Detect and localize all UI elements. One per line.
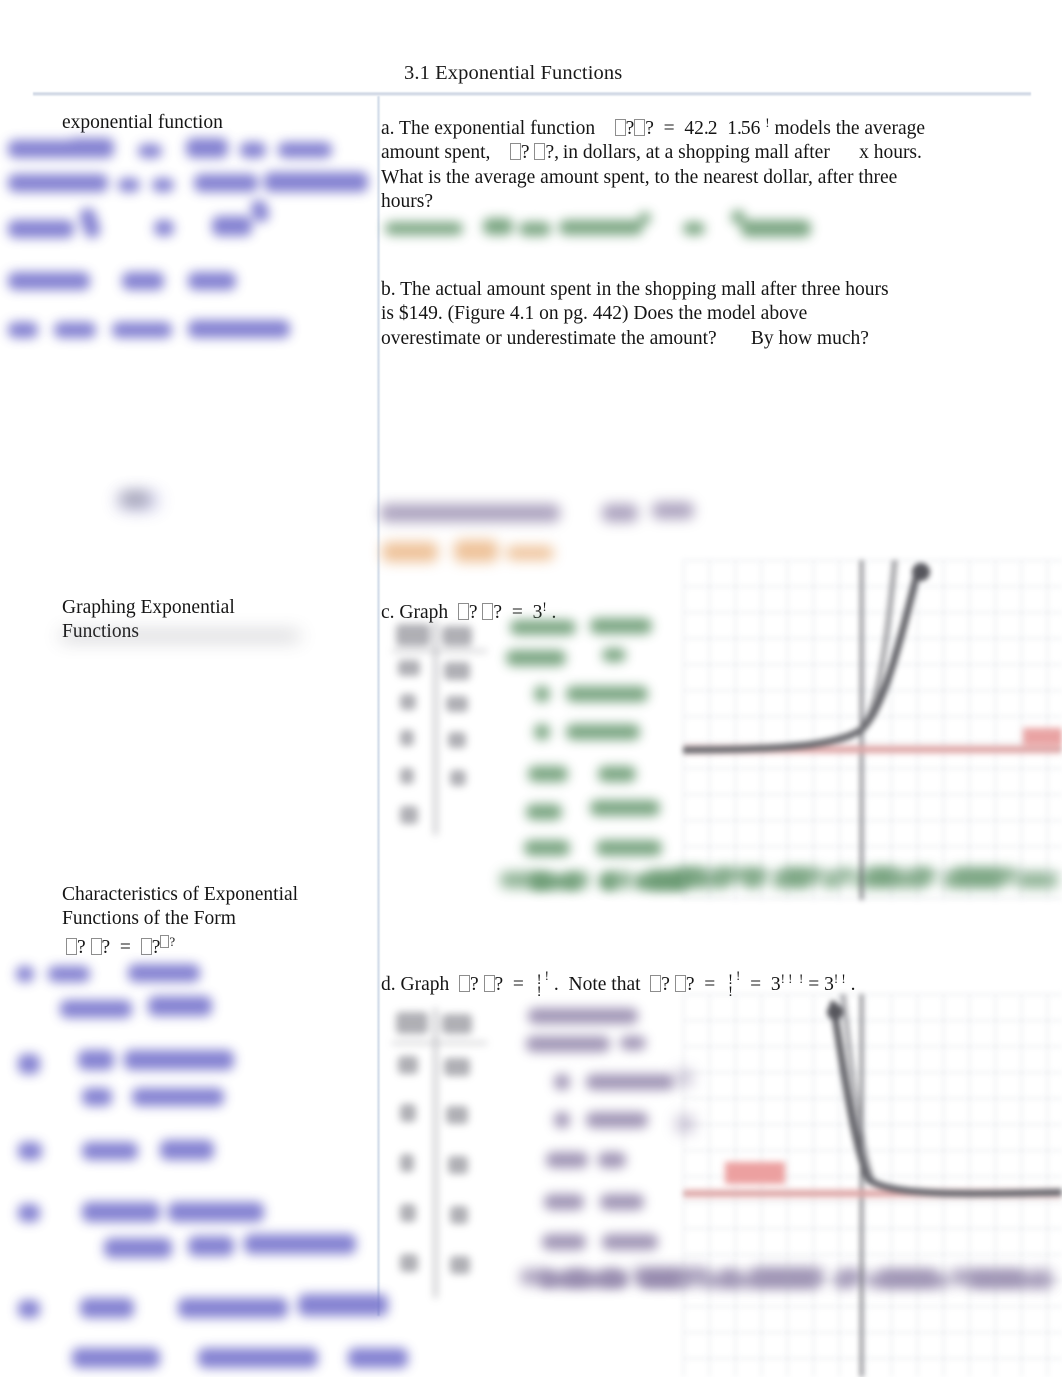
part-b-line3: overestimate or underestimate the amount… xyxy=(381,327,869,349)
handwriting-graph-d-side-mark xyxy=(676,1070,706,1132)
missing-glyph-box xyxy=(160,935,170,948)
page-title: 3.1 Exponential Functions xyxy=(404,62,623,84)
problem-part-b: b. The actual amount spent in the shoppi… xyxy=(381,278,1001,351)
worksheet-page: 3.1 Exponential Functions exponential fu… xyxy=(0,0,1062,1377)
handwriting-middle-annotation xyxy=(380,498,740,568)
missing-glyph-box xyxy=(140,938,152,955)
missing-glyph-box xyxy=(90,938,102,955)
graph-c-curve xyxy=(683,560,930,754)
missing-glyph-box xyxy=(66,938,77,955)
part-b-line2: is $149. (Figure 4.1 on pg. 442) Does th… xyxy=(381,303,808,325)
handwriting-left-characteristics-notes xyxy=(12,962,408,1368)
handwriting-graphing-underline xyxy=(60,630,300,646)
pencil-value-table-c xyxy=(392,620,487,835)
graph-d-curve xyxy=(827,994,1062,1198)
part-b-line1: b. The actual amount spent in the shoppi… xyxy=(381,279,889,300)
part-a-line2: amount spent, ? ?, in dollars, at a shop… xyxy=(381,142,922,164)
handwriting-graph-c-underline xyxy=(676,862,1062,892)
title-divider-rule xyxy=(33,92,1031,96)
fraction-one-over-three: !! xyxy=(536,971,542,1000)
problem-part-a: a. The exponential function ?? = 42.2 1.… xyxy=(381,111,1001,214)
graph-c-exponential-growth xyxy=(683,560,1062,900)
part-a-line3: What is the average amount spent, to the… xyxy=(381,166,898,188)
handwriting-left-grey-mark xyxy=(120,492,160,516)
characteristics-formula: ? ? = ?? xyxy=(66,930,175,960)
pencil-value-table-d xyxy=(392,1008,487,1298)
handwriting-graph-d-underline xyxy=(676,1268,1062,1298)
handwriting-left-definition xyxy=(8,138,368,353)
graph-d-exponential-decay xyxy=(683,994,1062,1377)
handwriting-corner-mark xyxy=(1030,1270,1056,1292)
problem-part-d: d. Graph ? ? = !!! . Note that ? ? = !!!… xyxy=(381,968,856,1000)
left-heading-characteristics: Characteristics of Exponential Functions… xyxy=(62,884,299,930)
handwriting-part-c-work xyxy=(492,616,702,901)
left-heading-exponential-function: exponential function xyxy=(62,112,223,133)
handwriting-part-a-work xyxy=(383,208,863,248)
part-a-line1: a. The exponential function ?? = 42.2 1.… xyxy=(381,115,925,139)
